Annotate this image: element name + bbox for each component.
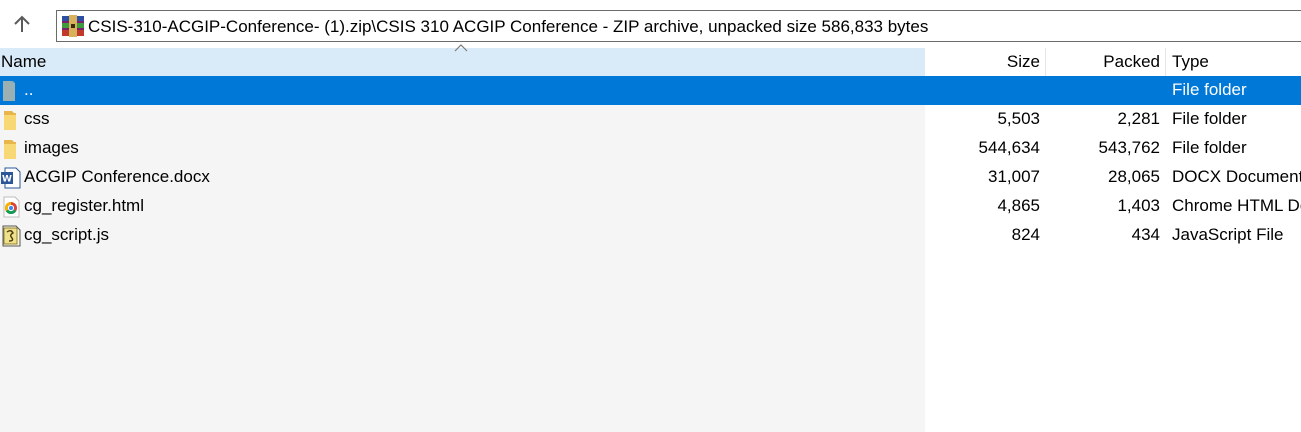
column-header-packed[interactable]: Packed [1046, 48, 1164, 76]
archive-path: CSIS-310-ACGIP-Conference- (1).zip\CSIS … [88, 17, 929, 36]
file-name: cg_script.js [24, 225, 110, 244]
file-packed-size: 28,065 [1108, 167, 1160, 186]
svg-text:W: W [2, 175, 12, 185]
file-name: cg_register.html [24, 196, 144, 215]
toolbar: CSIS-310-ACGIP-Conference- (1).zip\CSIS … [0, 0, 1301, 48]
file-name: images [24, 138, 79, 157]
file-type: JavaScript File [1172, 225, 1284, 244]
winrar-icon [62, 15, 84, 37]
column-header-size-label: Size [1006, 52, 1040, 71]
file-name: ACGIP Conference.docx [24, 167, 210, 186]
file-type: File folder [1172, 138, 1247, 157]
file-type: File folder [1172, 109, 1247, 128]
file-size: 5,503 [997, 109, 1040, 128]
file-row-html[interactable]: cg_register.html 4,865 1,403 Chrome HTML… [0, 192, 1301, 221]
column-header-name-label: Name [1, 52, 47, 71]
file-row-docx[interactable]: W ACGIP Conference.docx 31,007 28,065 DO… [0, 163, 1301, 192]
file-list: .. File folder css 5,503 2,281 File fold… [0, 76, 1301, 432]
file-type: File folder [1172, 80, 1247, 99]
file-type: Chrome HTML Document [1172, 196, 1301, 215]
column-header-packed-label: Packed [1103, 52, 1160, 71]
file-size: 824 [1011, 225, 1040, 244]
column-header-type-label: Type [1172, 52, 1209, 71]
word-document-icon: W [1, 167, 21, 189]
file-packed-size: 543,762 [1098, 138, 1160, 157]
up-one-level-button[interactable] [4, 6, 40, 42]
folder-icon [4, 140, 16, 159]
file-packed-size: 1,403 [1117, 196, 1160, 215]
file-size: 544,634 [978, 138, 1040, 157]
file-size: 4,865 [997, 196, 1040, 215]
arrow-up-icon [14, 15, 30, 32]
file-type: DOCX Document [1172, 167, 1301, 186]
parent-folder-icon [3, 81, 15, 101]
column-header-type[interactable]: Type [1166, 48, 1301, 76]
file-packed-size: 2,281 [1117, 109, 1160, 128]
column-header-row: Name Size Packed Type [0, 44, 1301, 76]
column-header-size[interactable]: Size [925, 48, 1045, 76]
chrome-html-icon [3, 196, 20, 218]
folder-icon [4, 111, 16, 130]
file-row-css[interactable]: css 5,503 2,281 File folder [0, 105, 1301, 134]
file-row-js[interactable]: cg_script.js 824 434 JavaScript File [0, 221, 1301, 250]
column-header-name[interactable]: Name [0, 44, 925, 76]
file-row-parent[interactable]: .. File folder [0, 76, 1301, 105]
file-name: css [24, 109, 50, 128]
file-row-images[interactable]: images 544,634 543,762 File folder [0, 134, 1301, 163]
file-packed-size: 434 [1131, 225, 1160, 244]
file-size: 31,007 [988, 167, 1040, 186]
javascript-file-icon [2, 225, 21, 247]
address-bar[interactable]: CSIS-310-ACGIP-Conference- (1).zip\CSIS … [56, 10, 1301, 42]
sort-ascending-icon [454, 44, 468, 52]
file-name: .. [24, 80, 34, 99]
